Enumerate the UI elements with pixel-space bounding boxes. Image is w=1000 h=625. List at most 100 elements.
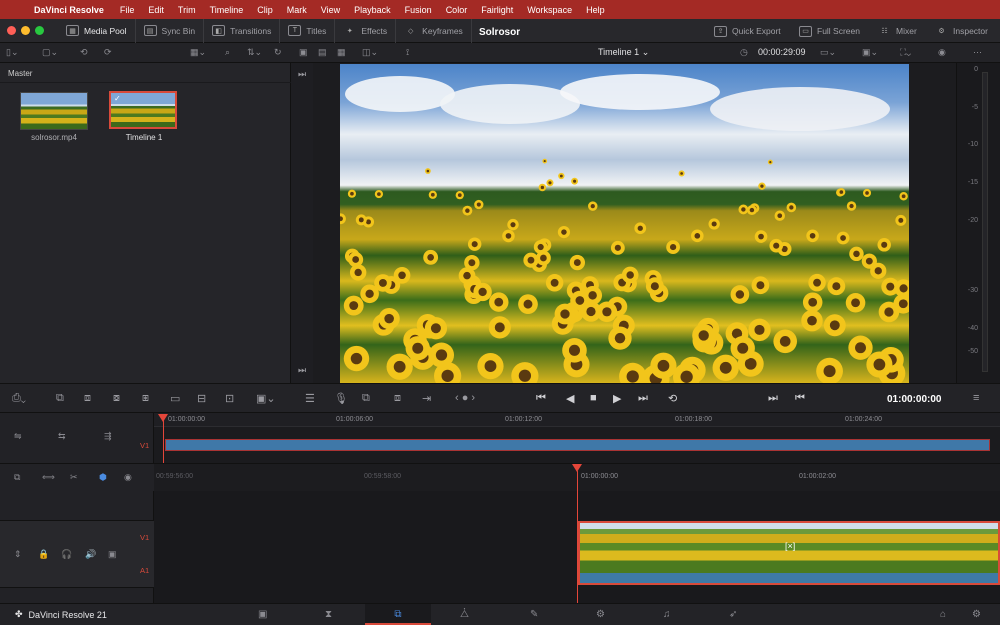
- upper-timeline-clip[interactable]: [165, 439, 990, 451]
- monitor-icon[interactable]: ▣⌄: [256, 392, 276, 405]
- inspector-button[interactable]: ⚙ Inspector: [935, 19, 988, 43]
- track-tool-icon-2[interactable]: ⇆: [58, 431, 66, 442]
- scope-icon[interactable]: ▣⌄: [862, 47, 878, 58]
- audio-clip[interactable]: [578, 573, 1000, 585]
- viewer-icon-3[interactable]: ▦: [337, 47, 346, 58]
- sync-bin-button[interactable]: ▤ Sync Bin: [136, 18, 205, 43]
- unlink-icon[interactable]: ⟳: [104, 47, 112, 58]
- menu-help[interactable]: Help: [586, 5, 605, 15]
- options-menu-icon[interactable]: ≡: [973, 392, 979, 404]
- menu-fusion[interactable]: Fusion: [405, 5, 432, 15]
- home-icon[interactable]: ⌂: [940, 609, 946, 620]
- edit-page-icon[interactable]: ⧉: [365, 604, 431, 625]
- media-page-icon[interactable]: ▣: [258, 609, 267, 620]
- menu-edit[interactable]: Edit: [148, 5, 164, 15]
- fairlight-page-icon[interactable]: ⚙: [596, 609, 605, 620]
- menu-clip[interactable]: Clip: [257, 5, 273, 15]
- full-screen-button[interactable]: ▭ Full Screen: [799, 19, 860, 43]
- music-page-icon[interactable]: ♫: [663, 609, 671, 620]
- minimize-button[interactable]: [21, 26, 30, 35]
- loop-icon[interactable]: ⟲: [668, 392, 677, 405]
- transform-icon[interactable]: ⛶⌄: [900, 47, 911, 58]
- insert-icon[interactable]: ⧉: [56, 392, 64, 405]
- menu-color[interactable]: Color: [446, 5, 468, 15]
- refresh-icon[interactable]: ↻: [274, 47, 282, 58]
- viewer-icon-2[interactable]: ▤: [318, 47, 327, 58]
- flag-icon[interactable]: ⬢: [99, 472, 107, 483]
- video-frame[interactable]: [340, 64, 909, 383]
- menu-trim[interactable]: Trim: [178, 5, 196, 15]
- settings-icon[interactable]: ⚙: [972, 609, 981, 620]
- new-bin-icon[interactable]: ▢⌄: [42, 47, 58, 58]
- cut-page-icon[interactable]: ⧗: [325, 609, 332, 620]
- timeline-thumbnail[interactable]: ✓: [109, 91, 177, 129]
- grid-view-icon[interactable]: ▦⌄: [190, 47, 206, 58]
- search-icon[interactable]: ⌕: [225, 47, 230, 58]
- sort-icon[interactable]: ⇅⌄: [247, 47, 262, 58]
- rewind-start-icon[interactable]: ⏮: [536, 392, 546, 405]
- output-icon[interactable]: ⇥: [422, 392, 431, 405]
- ripple-icon[interactable]: ⊟: [197, 392, 206, 405]
- monitor-track-icon[interactable]: ▣: [108, 549, 117, 560]
- effects-button[interactable]: ✦ Effects: [335, 18, 397, 43]
- timeline-selector[interactable]: Timeline 1 ⌄: [598, 47, 649, 58]
- place-on-top-icon[interactable]: ▭: [170, 392, 180, 405]
- lock-icon[interactable]: 🔒: [38, 549, 49, 560]
- previous-edit-icon[interactable]: ⏮: [795, 392, 805, 405]
- layout-icon[interactable]: ◫⌄: [362, 47, 378, 58]
- color-page-icon[interactable]: ✎: [530, 609, 538, 620]
- viewer-icon-1[interactable]: ▣: [299, 47, 308, 58]
- deliver-page-icon[interactable]: ➶: [729, 609, 737, 620]
- next-edit-icon[interactable]: ⏭: [768, 392, 778, 405]
- layers-icon[interactable]: ⧈: [394, 392, 401, 405]
- app-menu[interactable]: DaVinci Resolve: [34, 5, 104, 15]
- keyframes-button[interactable]: ◇ Keyframes: [396, 18, 472, 43]
- trim-icon[interactable]: ⟺: [42, 472, 55, 483]
- headphones-icon[interactable]: 🎧: [61, 549, 72, 560]
- transitions-button[interactable]: ◧ Transitions: [204, 18, 281, 43]
- panel-toggle-icon[interactable]: ▯⌄: [6, 47, 19, 58]
- panel-expand-icon[interactable]: ⏭: [298, 365, 306, 376]
- menu-file[interactable]: File: [120, 5, 135, 15]
- quick-export-button[interactable]: ⇪ Quick Export: [714, 19, 781, 43]
- color-icon[interactable]: ◉: [938, 47, 946, 58]
- upper-playhead-handle[interactable]: [158, 414, 168, 422]
- clip-icon[interactable]: ⟟: [406, 47, 409, 58]
- jog-control[interactable]: ‹ ● ›: [455, 392, 475, 404]
- lower-playhead[interactable]: [577, 471, 578, 603]
- video-clip[interactable]: [×]: [578, 521, 1000, 575]
- speaker-icon[interactable]: 🔊: [85, 549, 96, 560]
- mixer-button[interactable]: ☷ Mixer: [878, 19, 916, 43]
- titles-button[interactable]: T Titles: [280, 18, 336, 43]
- append-icon[interactable]: ⊡: [225, 392, 234, 405]
- forward-end-icon[interactable]: ⏭: [638, 392, 648, 405]
- link-icon[interactable]: ⟲: [80, 47, 88, 58]
- menu-playback[interactable]: Playback: [354, 5, 391, 15]
- panel-collapse-icon[interactable]: ⏭: [298, 69, 306, 80]
- replace-icon[interactable]: ⧇: [113, 392, 120, 405]
- track-tool-icon-1[interactable]: ⇋: [14, 431, 22, 442]
- edit-tool-icon[interactable]: ⎙⌄: [12, 392, 26, 405]
- menu-fairlight[interactable]: Fairlight: [481, 5, 513, 15]
- lower-playhead-handle[interactable]: [572, 464, 582, 472]
- clip-view-icon[interactable]: ⧉: [14, 472, 20, 483]
- more-icon[interactable]: ⋯: [973, 47, 982, 58]
- maximize-button[interactable]: [35, 26, 44, 35]
- reverse-play-icon[interactable]: ◀: [566, 392, 574, 405]
- menu-view[interactable]: View: [321, 5, 340, 15]
- viewer-options-icon[interactable]: ▭⌄: [820, 47, 836, 58]
- menu-mark[interactable]: Mark: [287, 5, 307, 15]
- close-button[interactable]: [7, 26, 16, 35]
- upper-playhead[interactable]: [163, 417, 164, 463]
- fusion-page-icon[interactable]: ⧊: [460, 609, 469, 620]
- clip-thumbnail[interactable]: [20, 92, 88, 130]
- menu-timeline[interactable]: Timeline: [210, 5, 244, 15]
- overwrite-icon[interactable]: ⧈: [84, 392, 91, 405]
- track-resize-icon[interactable]: ⇕: [14, 549, 22, 560]
- clip-attr-icon[interactable]: ⧉: [362, 392, 370, 405]
- play-icon[interactable]: ▶: [613, 392, 621, 405]
- microphone-icon[interactable]: 🎙: [334, 392, 348, 405]
- menu-workspace[interactable]: Workspace: [527, 5, 572, 15]
- blade-icon[interactable]: ✂: [70, 472, 78, 483]
- stop-icon[interactable]: ■: [590, 392, 597, 404]
